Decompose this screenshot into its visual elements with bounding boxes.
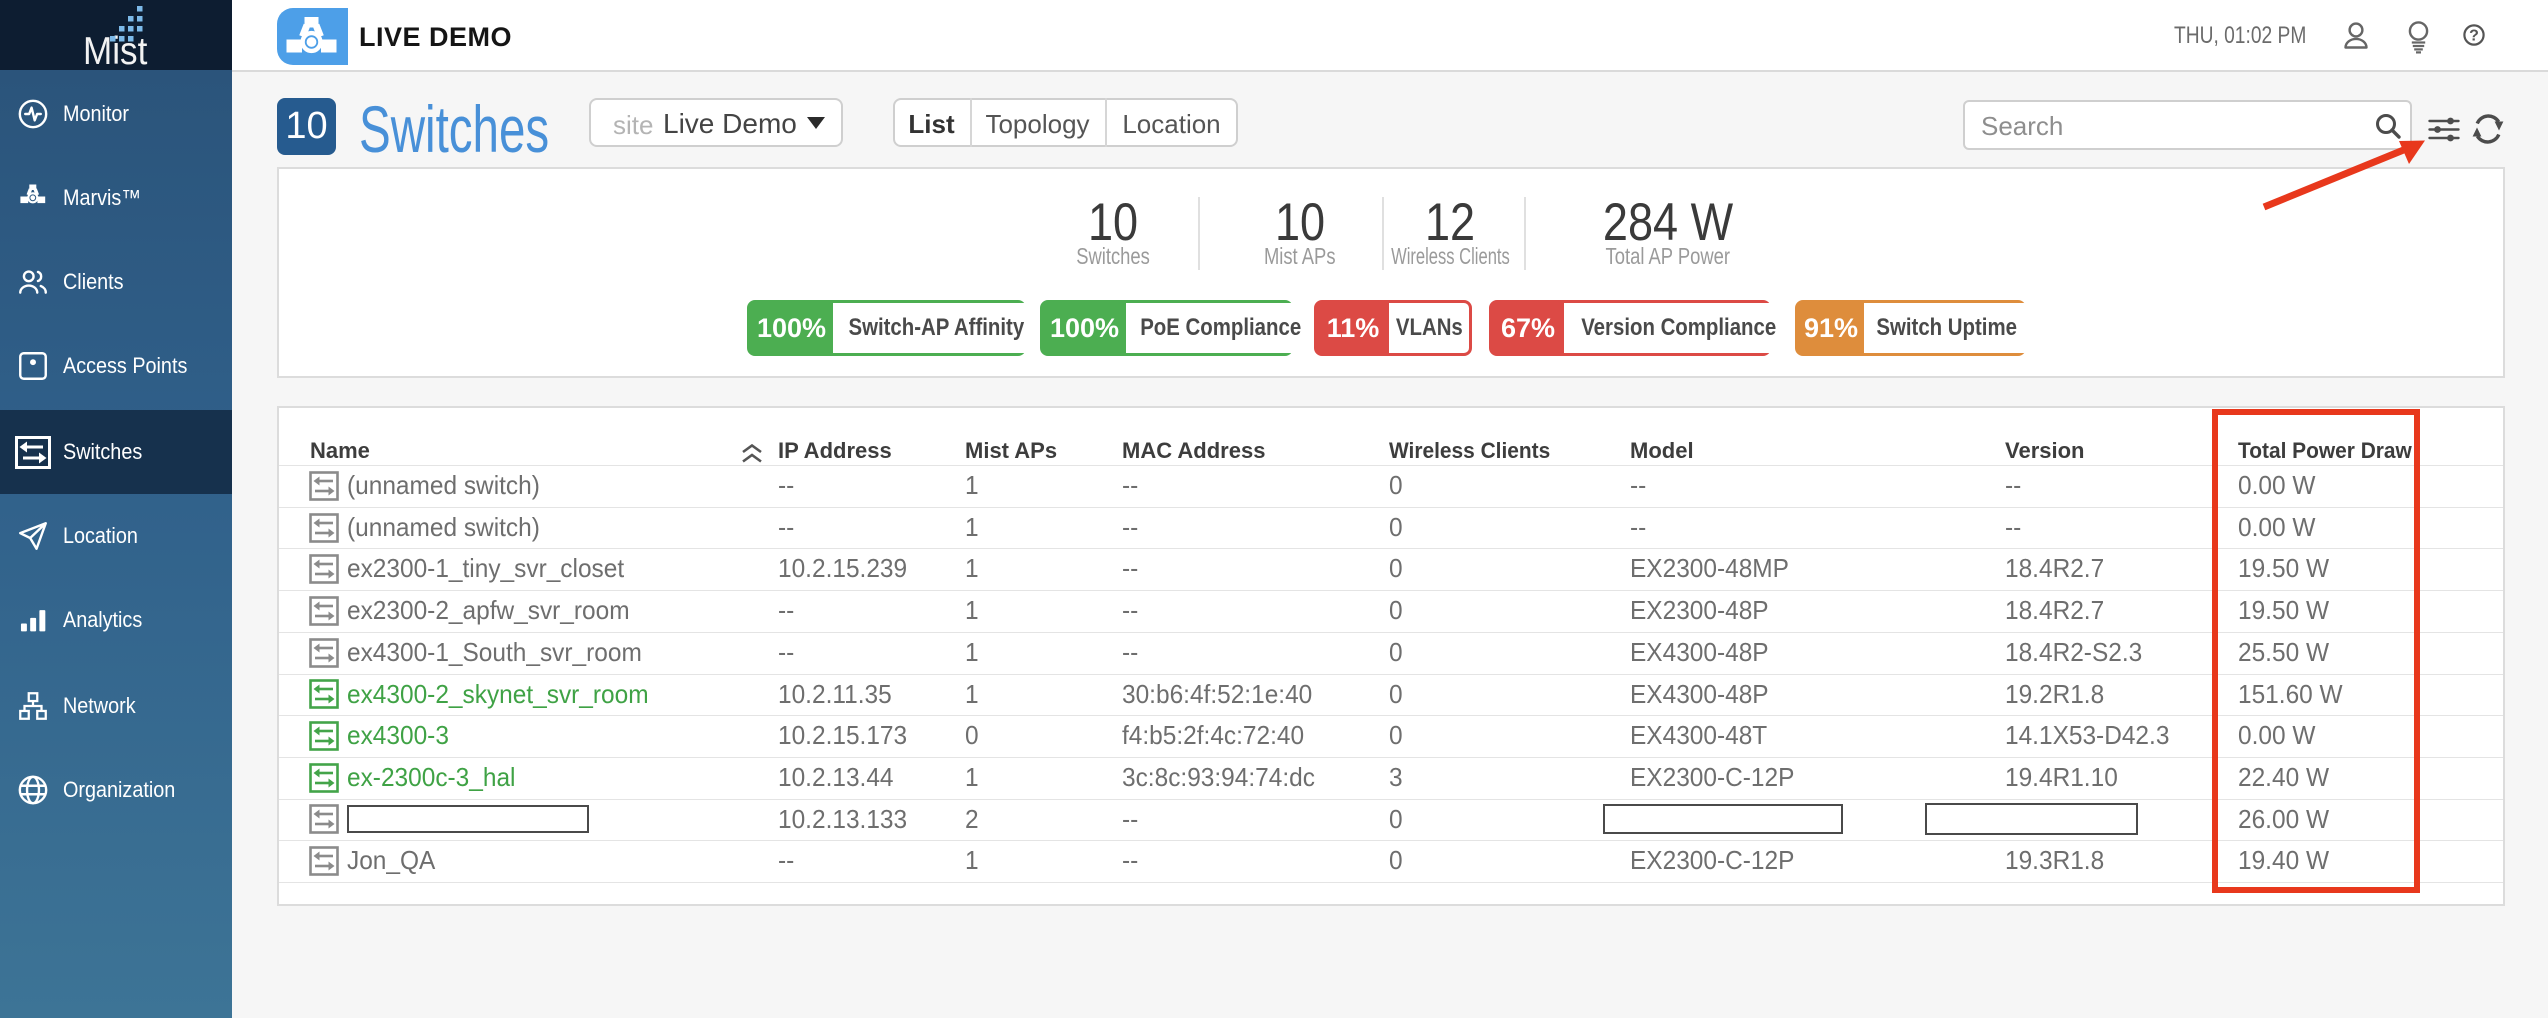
svg-text:?: ?: [2469, 28, 2479, 45]
